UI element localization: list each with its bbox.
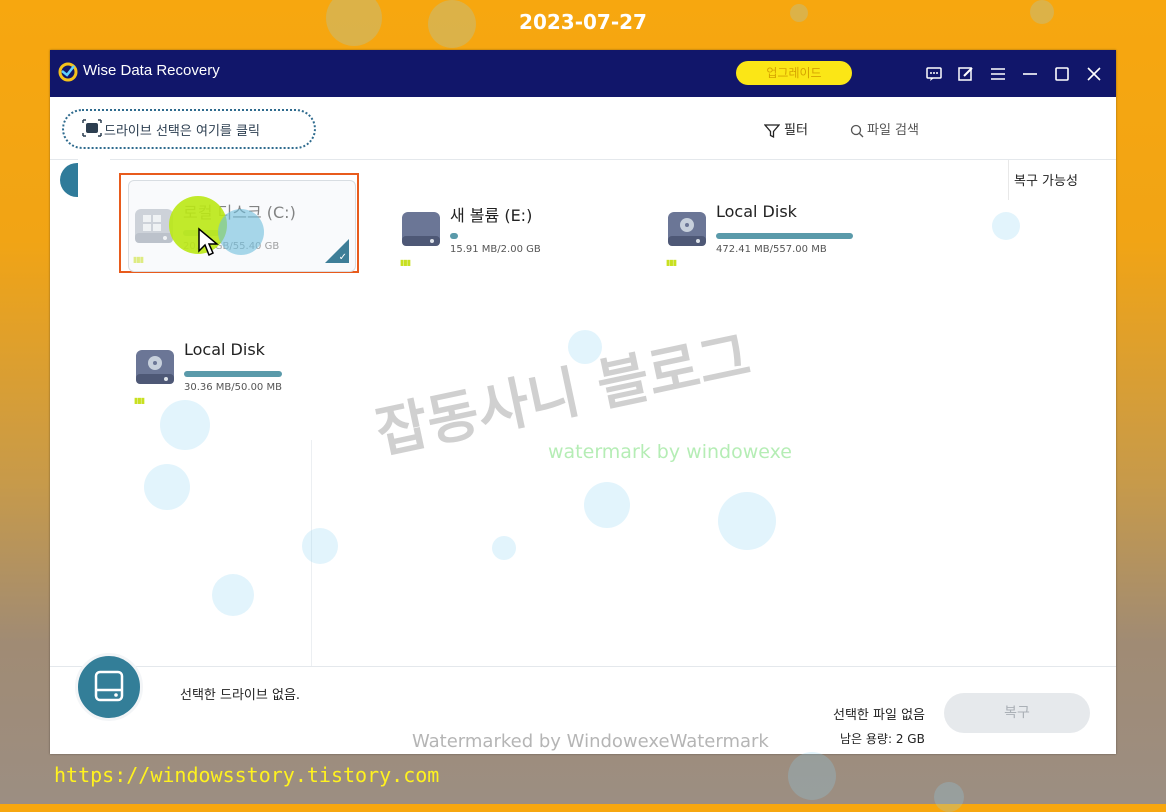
drive-name: Local Disk xyxy=(184,340,265,359)
search-icon xyxy=(850,124,864,137)
drive-card-local-2[interactable]: Local Disk 30.36 MB/50.00 MB ▮▮▮ xyxy=(122,316,362,416)
blog-url: https://windowsstory.tistory.com xyxy=(54,763,440,787)
toolbar: 드라이브 선택은 여기를 클릭 필터 파일 검색 xyxy=(50,97,1116,160)
recoverable-label: 복구 가능성 xyxy=(1014,174,1078,189)
drive-name: 새 볼륨 (E:) xyxy=(450,206,533,225)
disk-drive-icon xyxy=(668,212,706,246)
title-bar: Wise Data Recovery 업그레이드 xyxy=(50,50,1116,97)
mouse-cursor-icon xyxy=(198,227,219,257)
remaining-label: 남은 용량: xyxy=(840,732,893,746)
drive-health-dots: ▮▮▮ xyxy=(133,255,144,264)
no-drive-status: 선택한 드라이브 없음. xyxy=(180,688,301,703)
drive-select-label: 드라이브 선택은 여기를 클릭 xyxy=(104,124,260,139)
watermark-bottom: Watermarked by WindowexeWatermark xyxy=(412,731,769,752)
menu-icon[interactable] xyxy=(988,64,1008,84)
drive-usage-bar xyxy=(716,233,853,239)
drive-size: 15.91 MB/2.00 GB xyxy=(450,244,541,255)
remaining-capacity: 남은 용량: 2 GB xyxy=(840,730,925,747)
minimize-icon[interactable] xyxy=(1020,64,1040,84)
drive-icon xyxy=(94,670,124,702)
upgrade-button[interactable]: 업그레이드 xyxy=(736,61,852,85)
remaining-value: 2 GB xyxy=(895,732,925,746)
drive-card-c[interactable]: 로컬 디스크 (C:) 20.63 GB/55.40 GB ▮▮▮ ✓ xyxy=(119,173,359,273)
search-input[interactable]: 파일 검색 xyxy=(850,119,919,138)
recover-button[interactable]: 복구 xyxy=(944,693,1090,733)
app-logo-icon xyxy=(58,62,78,82)
drive-select-icon xyxy=(82,119,102,137)
drive-usage-bar xyxy=(450,233,458,239)
no-file-status: 선택한 파일 없음 xyxy=(833,708,925,723)
edit-icon[interactable] xyxy=(956,64,976,84)
drive-usage-bar xyxy=(184,371,282,377)
filter-button[interactable]: 필터 xyxy=(763,119,808,139)
feedback-icon[interactable] xyxy=(924,64,944,84)
drive-size: 472.41 MB/557.00 MB xyxy=(716,244,827,255)
watermark-en: watermark by windowexe xyxy=(548,441,792,463)
side-mask xyxy=(78,158,110,598)
drive-name: Local Disk xyxy=(716,202,797,221)
drive-icon xyxy=(402,212,440,246)
maximize-icon[interactable] xyxy=(1052,64,1072,84)
footer: 선택한 드라이브 없음. 선택한 파일 없음 남은 용량: 2 GB 복구 Wa… xyxy=(50,653,1116,755)
drive-card-e[interactable]: 새 볼륨 (E:) 15.91 MB/2.00 GB ▮▮▮ xyxy=(388,178,628,278)
search-placeholder: 파일 검색 xyxy=(867,123,919,138)
filter-icon xyxy=(763,123,781,138)
drive-health-dots: ▮▮▮ xyxy=(666,258,677,267)
drive-health-dots: ▮▮▮ xyxy=(134,396,145,405)
drive-size: 30.36 MB/50.00 MB xyxy=(184,382,282,393)
drive-list-button[interactable] xyxy=(75,653,143,721)
close-icon[interactable] xyxy=(1084,64,1104,84)
drive-select-button[interactable]: 드라이브 선택은 여기를 클릭 xyxy=(62,109,316,149)
check-icon: ✓ xyxy=(338,252,347,263)
cursor-highlight-secondary xyxy=(218,209,264,255)
drive-health-dots: ▮▮▮ xyxy=(400,258,411,267)
disk-drive-icon xyxy=(136,350,174,384)
app-title: Wise Data Recovery xyxy=(83,62,220,79)
recoverable-panel: 복구 가능성 xyxy=(1008,160,1106,200)
app-window: Wise Data Recovery 업그레이드 드라이브 선택은 여기를 클릭… xyxy=(50,50,1116,754)
drive-card-local-1[interactable]: Local Disk 472.41 MB/557.00 MB ▮▮▮ xyxy=(654,178,894,278)
date-label: 2023-07-27 xyxy=(519,10,647,34)
filter-label: 필터 xyxy=(784,123,808,138)
